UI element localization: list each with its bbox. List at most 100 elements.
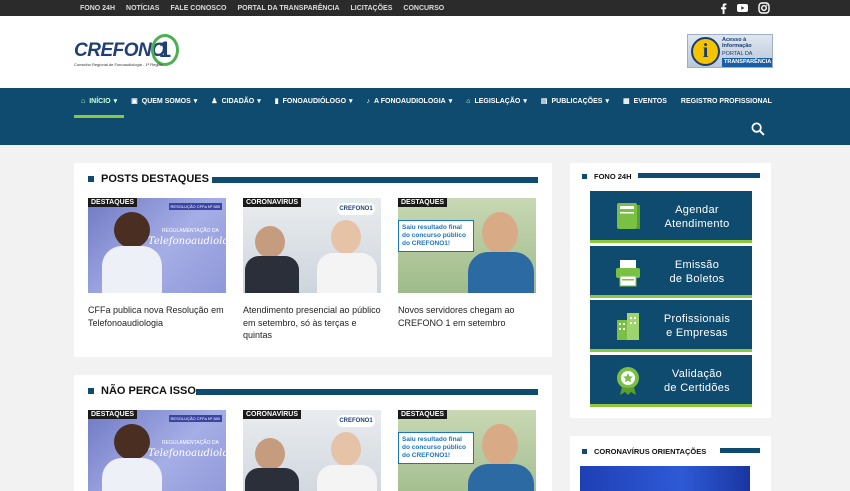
fono24h-button-label: Profissionais e Empresas bbox=[663, 313, 731, 339]
post-card[interactable]: RESOLUÇÃO CFFa Nº 580 REGULAMENTAÇÃO DA Te… bbox=[88, 410, 226, 491]
nav-item-label: FONOAUDIÓLOGO bbox=[282, 98, 347, 105]
person-icon: ♟ bbox=[211, 98, 218, 105]
nav-item-início[interactable]: ⌂ INÍCIO ▾ bbox=[74, 88, 125, 118]
fono24h-button-emissão[interactable]: Emissão de Boletos bbox=[590, 245, 752, 298]
widget-title: FONO 24H bbox=[582, 171, 632, 181]
category-tag[interactable]: DESTAQUES bbox=[88, 410, 138, 419]
newspaper-icon: ▤ bbox=[540, 98, 548, 105]
person-photo bbox=[317, 253, 377, 293]
section-title: NÃO PERCA ISSO bbox=[88, 385, 196, 397]
nav-item-a-fonoaudiologia[interactable]: ♪ A FONOAUDIOLOGIA ▾ bbox=[360, 88, 460, 116]
youtube-icon[interactable] bbox=[737, 4, 748, 12]
top-link-concurso[interactable]: CONCURSO bbox=[403, 5, 444, 12]
nav-item-registro-profissional[interactable]: REGISTRO PROFISSIONAL bbox=[674, 88, 779, 116]
section-title-text: NÃO PERCA ISSO bbox=[101, 385, 196, 397]
portal-line-1: Acesso à Informação bbox=[722, 37, 752, 49]
chevron-down-icon: ▾ bbox=[523, 98, 527, 105]
post-thumbnail[interactable]: Saiu resultado final do concurso público… bbox=[398, 198, 536, 293]
chevron-down-icon: ▾ bbox=[193, 98, 198, 105]
facebook-icon[interactable] bbox=[720, 2, 727, 14]
image-kicker: REGULAMENTAÇÃO DA bbox=[162, 228, 219, 234]
chevron-down-icon: ▾ bbox=[113, 98, 118, 105]
post-title[interactable]: Atendimento presencial ao público em set… bbox=[243, 304, 381, 342]
phone-icon: ▮ bbox=[274, 98, 279, 105]
site-logo[interactable]: CREFONO 1 Conselho Regional de Fonoaudio… bbox=[74, 34, 184, 70]
nav-item-legislação[interactable]: ⌂ LEGISLAÇÃO ▾ bbox=[459, 88, 534, 116]
post-card[interactable]: RESOLUÇÃO CFFa Nº 580 REGULAMENTAÇÃO DA Te… bbox=[88, 198, 226, 348]
category-tag[interactable]: CORONAVÍRUS bbox=[243, 410, 301, 419]
posts-destaques-section: POSTS DESTAQUES RESOLUÇÃO CFFa Nº 580 REG… bbox=[74, 163, 552, 357]
site-header: CREFONO 1 Conselho Regional de Fonoaudio… bbox=[0, 16, 850, 88]
section-divider bbox=[196, 389, 538, 395]
post-card[interactable]: CREFONO1 CORONAVÍRUS bbox=[243, 410, 381, 491]
home-icon: ⌂ bbox=[81, 98, 86, 105]
section-marker bbox=[88, 388, 94, 394]
person-photo bbox=[331, 220, 361, 254]
widget-title-text: CORONAVÍRUS ORIENTAÇÕES bbox=[594, 446, 707, 456]
post-title[interactable]: CFFa publica nova Resolução em Telefonoa… bbox=[88, 304, 226, 329]
category-tag[interactable]: CORONAVÍRUS bbox=[243, 198, 301, 207]
person-photo bbox=[245, 468, 299, 491]
category-tag[interactable]: DESTAQUES bbox=[398, 198, 448, 207]
chevron-down-icon: ▾ bbox=[448, 98, 453, 105]
social-links bbox=[720, 0, 770, 16]
portal-transparencia-banner[interactable]: i Acesso à Informação PORTAL DA TRANSPAR… bbox=[687, 34, 773, 68]
coronavirus-widget: CORONAVÍRUS ORIENTAÇÕES bbox=[570, 436, 771, 491]
top-link-licitacoes[interactable]: LICITAÇÕES bbox=[351, 5, 393, 12]
image-headline: Saiu resultado final do concurso público… bbox=[398, 220, 474, 252]
post-title[interactable]: Novos servidores chegam ao CREFONO 1 em … bbox=[398, 304, 536, 329]
nav-item-label: INÍCIO bbox=[89, 98, 111, 105]
buildings-icon bbox=[614, 310, 642, 342]
post-thumbnail[interactable]: RESOLUÇÃO CFFa Nº 580 REGULAMENTAÇÃO DA Te… bbox=[88, 198, 226, 293]
post-card[interactable]: CREFONO1 CORONAVÍRUS Atendimento presencia… bbox=[243, 198, 381, 348]
widget-marker bbox=[582, 173, 587, 179]
image-headline: Saiu resultado final do concurso público… bbox=[398, 432, 474, 464]
nav-item-label: CIDADÃO bbox=[221, 98, 255, 105]
widget-title: CORONAVÍRUS ORIENTAÇÕES bbox=[582, 446, 706, 456]
category-tag[interactable]: DESTAQUES bbox=[88, 198, 138, 207]
nav-item-label: LEGISLAÇÃO bbox=[474, 98, 521, 105]
fono24h-widget: FONO 24H Agendar Atendimento Emissão de B… bbox=[570, 163, 771, 418]
instagram-icon[interactable] bbox=[758, 2, 770, 14]
nav-item-label: QUEM SOMOS bbox=[141, 98, 191, 105]
section-title: POSTS DESTAQUES bbox=[88, 173, 209, 185]
top-link-noticias[interactable]: NOTÍCIAS bbox=[126, 5, 159, 12]
person-photo bbox=[482, 424, 518, 466]
post-thumbnail[interactable]: CREFONO1 CORONAVÍRUS bbox=[243, 198, 381, 293]
section-divider bbox=[212, 177, 538, 183]
post-thumbnail[interactable]: RESOLUÇÃO CFFa Nº 580 REGULAMENTAÇÃO DA Te… bbox=[88, 410, 226, 491]
certificate-icon bbox=[614, 365, 642, 397]
fono24h-button-profissionais[interactable]: Profissionais e Empresas bbox=[590, 300, 752, 352]
fono24h-button-validação[interactable]: Validação de Certidões bbox=[590, 354, 752, 407]
portal-line-3: TRANSPARÊNCIA bbox=[722, 58, 772, 67]
post-thumbnail[interactable]: Saiu resultado final do concurso público… bbox=[398, 410, 536, 491]
nav-item-publicações[interactable]: ▤ PUBLICAÇÕES ▾ bbox=[534, 88, 616, 116]
image-headline: Telefonoaudiologia bbox=[148, 236, 226, 247]
image-kicker: REGULAMENTAÇÃO DA bbox=[162, 440, 219, 446]
post-card[interactable]: Saiu resultado final do concurso público… bbox=[398, 198, 536, 348]
section-marker bbox=[88, 176, 94, 182]
post-thumbnail[interactable]: CREFONO1 CORONAVÍRUS bbox=[243, 410, 381, 491]
coronavirus-banner-image[interactable] bbox=[580, 466, 750, 491]
section-title-text: POSTS DESTAQUES bbox=[101, 173, 209, 185]
top-link-fono24h[interactable]: FONO 24H bbox=[80, 5, 115, 12]
top-link-fale-conosco[interactable]: FALE CONOSCO bbox=[170, 5, 226, 12]
person-photo bbox=[331, 432, 361, 466]
top-link-portal-transparencia[interactable]: PORTAL DA TRANSPARÊNCIA bbox=[237, 5, 339, 12]
category-tag[interactable]: DESTAQUES bbox=[398, 410, 448, 419]
logo-badge: CREFONO1 bbox=[337, 203, 375, 215]
nav-item-fonoaudiólogo[interactable]: ▮ FONOAUDIÓLOGO ▾ bbox=[268, 88, 360, 116]
search-icon[interactable] bbox=[751, 122, 765, 136]
nav-item-eventos[interactable]: ▦ EVENTOS bbox=[616, 88, 674, 116]
nav-item-label: REGISTRO PROFISSIONAL bbox=[680, 98, 772, 105]
nav-item-label: PUBLICAÇÕES bbox=[551, 98, 603, 105]
nav-item-cidadão[interactable]: ♟ CIDADÃO ▾ bbox=[204, 88, 267, 116]
nav-item-quem-somos[interactable]: ▣ QUEM SOMOS ▾ bbox=[124, 88, 204, 116]
fono24h-button-label: Validação de Certidões bbox=[664, 367, 730, 394]
person-photo bbox=[245, 256, 299, 293]
fono24h-button-agendar[interactable]: Agendar Atendimento bbox=[590, 191, 752, 243]
post-card[interactable]: Saiu resultado final do concurso público… bbox=[398, 410, 536, 491]
top-bar: FONO 24H NOTÍCIAS FALE CONOSCO PORTAL DA… bbox=[0, 0, 850, 16]
person-photo bbox=[317, 465, 377, 491]
person-photo bbox=[102, 458, 162, 491]
